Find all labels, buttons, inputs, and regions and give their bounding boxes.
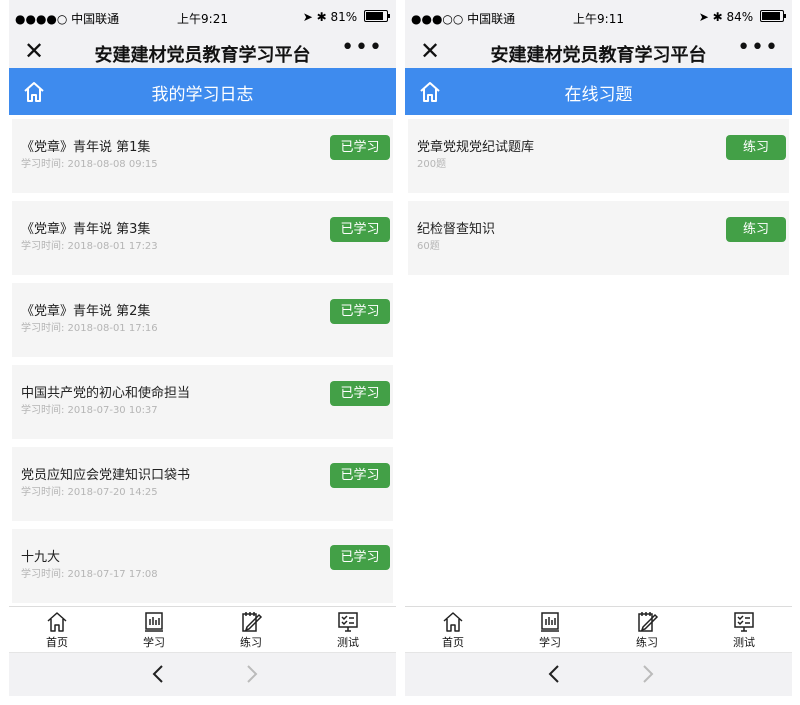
browser-nav-bar [405, 652, 792, 696]
list-item[interactable]: 中国共产党的初心和使命担当 学习时间: 2018-07-30 10:37 已学习 [12, 365, 393, 439]
book-icon [541, 612, 559, 632]
app-title: 安建建材党员教育学习平台 [94, 45, 311, 66]
bluetooth-icon: ✱ [712, 10, 723, 24]
studied-button[interactable]: 已学习 [330, 299, 390, 324]
app-title-bar: ✕ 安建建材党员教育学习平台 ••• [405, 36, 792, 68]
item-title: 《党章》青年说 第2集 [21, 304, 151, 319]
screen-study-log: ●●●●○ 中国联通 上午9:21 ➤ ✱ 81% ✕ 安建建材党员教育学习平台… [9, 0, 396, 705]
section-header: 在线习题 [405, 68, 792, 115]
practice-button[interactable]: 练习 [726, 217, 786, 242]
item-title: 党章党规党纪试题库 [417, 140, 535, 155]
tab-study[interactable]: 学习 [106, 607, 202, 650]
pencil-notebook-icon [242, 612, 263, 632]
studied-button[interactable]: 已学习 [330, 463, 390, 488]
list-item[interactable]: 《党章》青年说 第2集 学习时间: 2018-08-01 17:16 已学习 [12, 283, 393, 357]
exercise-list: 党章党规党纪试题库 200题 练习 纪检督查知识 60题 练习 [405, 115, 792, 275]
item-meta: 学习时间: 2018-07-30 10:37 [21, 405, 158, 416]
status-bar: ●●●○○ 中国联通 上午9:11 ➤ ✱ 84% [405, 0, 792, 36]
item-title: 纪检督查知识 [417, 222, 496, 237]
tab-practice[interactable]: 练习 [203, 607, 299, 650]
section-header: 我的学习日志 [9, 68, 396, 115]
tab-practice[interactable]: 练习 [599, 607, 695, 650]
tab-label: 测试 [337, 636, 359, 649]
bottom-tab-bar: 首页 学习 练习 测试 [405, 606, 792, 652]
tab-label: 练习 [636, 636, 658, 649]
screen-online-exercises: ●●●○○ 中国联通 上午9:11 ➤ ✱ 84% ✕ 安建建材党员教育学习平台… [405, 0, 792, 705]
test-monitor-icon [338, 612, 358, 632]
list-item[interactable]: 《党章》青年说 第3集 学习时间: 2018-08-01 17:23 已学习 [12, 201, 393, 275]
tab-label: 学习 [143, 636, 165, 649]
forward-arrow-icon[interactable] [241, 662, 261, 686]
tab-label: 首页 [46, 636, 68, 649]
home-icon [443, 612, 463, 632]
more-icon[interactable]: ••• [737, 36, 779, 60]
item-meta: 200题 [417, 159, 447, 170]
item-meta: 学习时间: 2018-08-01 17:16 [21, 323, 158, 334]
study-log-list: 《党章》青年说 第1集 学习时间: 2018-08-08 09:15 已学习 《… [9, 115, 396, 603]
browser-nav-bar [9, 652, 396, 696]
studied-button[interactable]: 已学习 [330, 545, 390, 570]
tab-label: 学习 [539, 636, 561, 649]
test-monitor-icon [734, 612, 754, 632]
location-icon: ➤ [302, 10, 313, 24]
tab-study[interactable]: 学习 [502, 607, 598, 650]
list-item[interactable]: 纪检督查知识 60题 练习 [408, 201, 789, 275]
battery-icon [760, 10, 786, 22]
practice-button[interactable]: 练习 [726, 135, 786, 160]
item-meta: 学习时间: 2018-07-17 17:08 [21, 569, 158, 580]
list-item[interactable]: 党员应知应会党建知识口袋书 学习时间: 2018-07-20 14:25 已学习 [12, 447, 393, 521]
battery-icon [364, 10, 390, 22]
tab-home[interactable]: 首页 [405, 607, 501, 650]
list-item[interactable]: 党章党规党纪试题库 200题 练习 [408, 119, 789, 193]
item-title: 党员应知应会党建知识口袋书 [21, 468, 191, 483]
forward-arrow-icon[interactable] [637, 662, 657, 686]
bottom-tab-bar: 首页 学习 练习 测试 [9, 606, 396, 652]
tab-label: 练习 [240, 636, 262, 649]
studied-button[interactable]: 已学习 [330, 217, 390, 242]
list-item[interactable]: 《党章》青年说 第1集 学习时间: 2018-08-08 09:15 已学习 [12, 119, 393, 193]
app-title: 安建建材党员教育学习平台 [490, 45, 707, 66]
item-meta: 60题 [417, 241, 440, 252]
item-title: 《党章》青年说 第3集 [21, 222, 151, 237]
location-icon: ➤ [698, 10, 709, 24]
status-right: ➤ ✱ 84% [698, 10, 786, 24]
status-bar: ●●●●○ 中国联通 上午9:21 ➤ ✱ 81% [9, 0, 396, 36]
section-title: 在线习题 [564, 85, 633, 105]
item-meta: 学习时间: 2018-08-08 09:15 [21, 159, 158, 170]
item-title: 《党章》青年说 第1集 [21, 140, 151, 155]
tab-test[interactable]: 测试 [696, 607, 792, 650]
studied-button[interactable]: 已学习 [330, 135, 390, 160]
item-meta: 学习时间: 2018-07-20 14:25 [21, 487, 158, 498]
item-title: 中国共产党的初心和使命担当 [21, 386, 191, 401]
more-icon[interactable]: ••• [341, 36, 383, 60]
item-title: 十九大 [21, 550, 61, 565]
section-title: 我的学习日志 [151, 85, 254, 105]
book-icon [145, 612, 163, 632]
battery-percent: 81% [330, 10, 358, 24]
list-item[interactable]: 十九大 学习时间: 2018-07-17 17:08 已学习 [12, 529, 393, 603]
home-icon [47, 612, 67, 632]
studied-button[interactable]: 已学习 [330, 381, 390, 406]
bluetooth-icon: ✱ [316, 10, 327, 24]
tab-label: 首页 [442, 636, 464, 649]
tab-label: 测试 [733, 636, 755, 649]
back-arrow-icon[interactable] [545, 662, 565, 686]
pencil-notebook-icon [638, 612, 659, 632]
back-arrow-icon[interactable] [149, 662, 169, 686]
tab-test[interactable]: 测试 [300, 607, 396, 650]
app-title-bar: ✕ 安建建材党员教育学习平台 ••• [9, 36, 396, 68]
tab-home[interactable]: 首页 [9, 607, 105, 650]
status-right: ➤ ✱ 81% [302, 10, 390, 24]
battery-percent: 84% [726, 10, 754, 24]
item-meta: 学习时间: 2018-08-01 17:23 [21, 241, 158, 252]
